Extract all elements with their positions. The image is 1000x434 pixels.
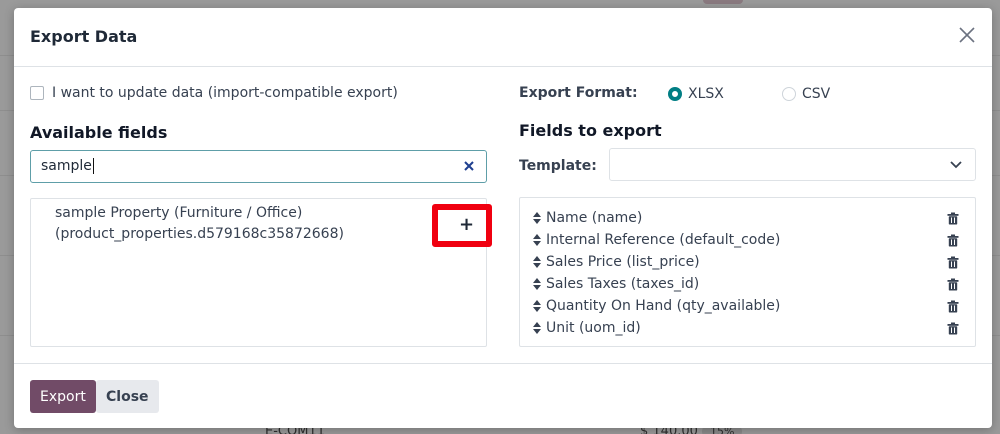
export-field-row[interactable]: Name (name) — [532, 207, 967, 229]
fields-to-export-list: Name (name) Internal Reference (default_c… — [519, 197, 976, 347]
export-field-row[interactable]: Sales Price (list_price) — [532, 251, 967, 273]
sort-handle-icon[interactable] — [532, 277, 542, 291]
text-caret — [92, 158, 94, 174]
template-select[interactable] — [609, 148, 976, 181]
chevron-down-icon — [950, 161, 962, 169]
export-field-label: Internal Reference (default_code) — [546, 232, 781, 248]
export-button[interactable]: Export — [30, 380, 96, 413]
clear-search-icon[interactable] — [462, 159, 476, 173]
sort-handle-icon[interactable] — [532, 255, 542, 269]
export-field-label: Unit (uom_id) — [546, 320, 641, 336]
import-compatible-checkbox[interactable] — [30, 86, 44, 100]
export-field-row[interactable]: Quantity On Hand (qty_available) — [532, 295, 967, 317]
field-search-value: sample — [41, 158, 92, 174]
format-option-csv[interactable]: CSV — [782, 86, 830, 102]
radio-selected-icon[interactable] — [668, 87, 682, 101]
trash-icon[interactable] — [947, 234, 959, 247]
field-search-input[interactable]: sample — [30, 150, 487, 183]
close-button[interactable]: Close — [96, 380, 159, 413]
dialog-title: Export Data — [30, 27, 138, 46]
radio-unselected-icon[interactable] — [782, 87, 796, 101]
template-label: Template: — [519, 158, 597, 174]
available-fields-title: Available fields — [30, 123, 168, 142]
trash-icon[interactable] — [947, 256, 959, 269]
available-field-item[interactable]: sample Property (Furniture / Office) (pr… — [55, 203, 415, 245]
import-compatible-label: I want to update data (import-compatible… — [52, 85, 398, 101]
available-field-label: sample Property (Furniture / Office) — [55, 205, 303, 221]
export-field-row[interactable]: Unit (uom_id) — [532, 317, 967, 339]
export-field-label: Sales Taxes (taxes_id) — [546, 276, 700, 292]
dialog-header: Export Data — [14, 8, 992, 67]
export-field-row[interactable]: Sales Taxes (taxes_id) — [532, 273, 967, 295]
available-field-technical-name: (product_properties.d579168c35872668) — [55, 226, 344, 242]
sort-handle-icon[interactable] — [532, 299, 542, 313]
export-field-row[interactable]: Internal Reference (default_code) — [532, 229, 967, 251]
sort-handle-icon[interactable] — [532, 321, 542, 335]
trash-icon[interactable] — [947, 278, 959, 291]
export-field-label: Quantity On Hand (qty_available) — [546, 298, 781, 314]
fields-to-export-title: Fields to export — [519, 121, 662, 140]
export-format-label: Export Format: — [519, 85, 638, 101]
trash-icon[interactable] — [947, 212, 959, 225]
sort-handle-icon[interactable] — [532, 233, 542, 247]
plus-icon: + — [459, 214, 475, 235]
import-compatible-option[interactable]: I want to update data (import-compatible… — [30, 85, 398, 101]
available-fields-list: sample Property (Furniture / Office) (pr… — [30, 198, 492, 347]
export-field-label: Name (name) — [546, 210, 643, 226]
trash-icon[interactable] — [947, 300, 959, 313]
format-option-label: XLSX — [688, 86, 724, 102]
format-option-xlsx[interactable]: XLSX — [668, 86, 724, 102]
export-dialog: Export Data I want to update data (impor… — [14, 8, 992, 428]
close-icon[interactable] — [956, 24, 978, 46]
export-field-label: Sales Price (list_price) — [546, 254, 700, 270]
background-badge-top — [703, 0, 743, 4]
add-field-button[interactable]: + — [432, 204, 492, 247]
sort-handle-icon[interactable] — [532, 211, 542, 225]
dialog-footer: Export Close — [14, 363, 992, 428]
trash-icon[interactable] — [947, 322, 959, 335]
format-option-label: CSV — [802, 86, 831, 102]
